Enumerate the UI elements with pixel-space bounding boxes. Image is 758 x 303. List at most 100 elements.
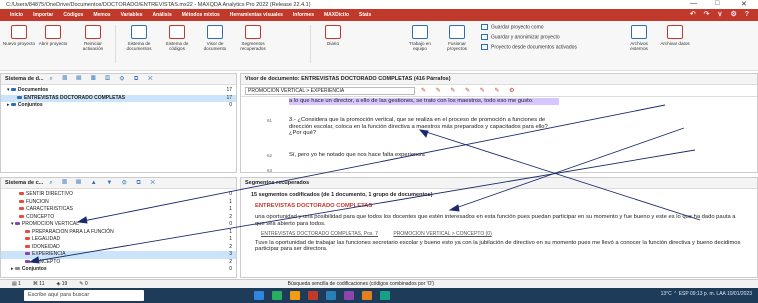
status-segments: ◈ 19	[56, 281, 68, 287]
code-item-promocion[interactable]: ▾ PROMOCION VERTICAL 0	[1, 221, 236, 229]
menu-importar[interactable]: Importar	[33, 12, 53, 18]
code-system-title: Sistema de c...	[5, 180, 44, 186]
code-color-icon	[19, 199, 24, 203]
maximize-button[interactable]: □	[715, 0, 719, 7]
task-view-icon[interactable]	[254, 291, 264, 300]
set-icon	[10, 103, 16, 107]
tree-item-entrevistas[interactable]: ENTREVISTAS DOCTORADO COMPLETAS 17	[1, 94, 236, 102]
code-color-icon	[14, 222, 20, 226]
paragraph-number: 63	[267, 168, 273, 173]
tree-item-conjuntos[interactable]: ▸ Conjuntos 0	[1, 102, 236, 110]
open-project-button[interactable]: Abrir proyecto	[36, 25, 70, 46]
taskbar-search-input[interactable]: Escribe aquí para buscar	[24, 290, 144, 301]
tree-item-documents[interactable]: ▾ Documentos 17	[1, 87, 236, 95]
doc-viewer-panel: Visor de documento: ENTREVISTAS DOCTORAD…	[240, 73, 758, 173]
paragraph-number: 61	[267, 118, 273, 123]
menu-inicio[interactable]: Inicio	[10, 12, 23, 18]
code-item[interactable]: CONCEPTO 2	[1, 214, 236, 222]
code-color-icon	[19, 214, 24, 218]
team-work-button[interactable]: Trabajo en equipo	[403, 25, 437, 51]
edge-icon[interactable]	[272, 291, 282, 300]
menu-herramientas-visuales[interactable]: Herramientas visuales	[230, 12, 283, 18]
doc-system-panel: Sistema de d... ⌕ ▤ ▥ ▦ ▧ ⚙ ⧉ ✕ ▾ Docume…	[0, 73, 237, 173]
code-color-icon	[25, 244, 30, 248]
code-item-conjuntos[interactable]: ▸ Conjuntos 0	[1, 266, 236, 274]
code-item[interactable]: PREPARACION PARA LA FUNCIÓN 1	[1, 229, 236, 237]
menu-codigos[interactable]: Códigos	[63, 12, 83, 18]
segment-source-link[interactable]: ENTREVISTAS DOCTORADO COMPLETAS, Pos. 7	[261, 231, 378, 237]
chrome-icon[interactable]	[380, 291, 390, 300]
segments-header: Segmentos recuperados	[241, 178, 757, 189]
merge-projects-button[interactable]: Fusionar proyectos	[440, 25, 474, 51]
new-project-button[interactable]: Nuevo proyecto	[2, 25, 36, 46]
segments-doc-title[interactable]: ENTREVISTAS DOCTORADO COMPLETAS	[241, 200, 757, 212]
code-item-experiencia[interactable]: EXPERIENCIA 3	[1, 251, 236, 259]
doc-system-header: Sistema de d... ⌕ ▤ ▥ ▦ ▧ ⚙ ⧉ ✕	[1, 74, 236, 85]
menu-stats[interactable]: Stats	[359, 12, 371, 18]
code-color-icon	[25, 259, 30, 263]
journal-icon	[325, 25, 341, 39]
code-item[interactable]: FUNCION 1	[1, 199, 236, 207]
menu-informes[interactable]: Informes	[293, 12, 314, 18]
set-icon	[14, 267, 20, 271]
close-button[interactable]: ✕	[741, 0, 747, 8]
doc-viewer-toolbar: PROMOCION VERTICAL > EXPERIENCIA ✎ ✎ ✎ ✎…	[241, 85, 757, 97]
archive-data-button[interactable]: Archivar datos	[658, 25, 692, 46]
status-codes: ⌘ 11	[32, 281, 45, 287]
segment-text[interactable]: Tuve la oportunidad de trabajar las func…	[241, 238, 757, 256]
minimize-button[interactable]: —	[690, 0, 697, 7]
menu-analisis[interactable]: Análisis	[153, 12, 172, 18]
quick-access-icons[interactable]: ↶ ↷ ∨ ⚙ ?	[690, 10, 752, 18]
ribbon: Nuevo proyecto Abrir proyecto Reiniciar …	[0, 21, 758, 71]
segment-meta: ENTREVISTAS DOCTORADO COMPLETAS, Pos. 7 …	[241, 230, 757, 238]
external-files-icon	[631, 25, 647, 39]
code-system-icon	[169, 25, 185, 39]
menu-variables[interactable]: Variables	[121, 12, 143, 18]
code-select[interactable]: PROMOCION VERTICAL > EXPERIENCIA	[245, 86, 415, 95]
restart-activation-button[interactable]: Reiniciar activación	[76, 25, 110, 51]
menu-bar: Inicio Importar Códigos Memos Variables …	[0, 9, 758, 21]
save-anonymize-option[interactable]: Guardar y anonimizar proyecto	[481, 34, 560, 40]
code-system-toolbar[interactable]: ⌕ ▤ ▥ ▲ ▼ ⚙ ⧉ ✕	[49, 180, 159, 187]
system-tray[interactable]: 13°C ⌃ ESP 09:13 p. m. LAA 10/01/2023	[661, 291, 752, 297]
status-bar: ▤ 1 ⌘ 11 ◈ 19 ✎ 0 Búsqueda sencilla de c…	[0, 279, 758, 288]
file-explorer-icon[interactable]	[290, 291, 300, 300]
restart-icon	[85, 25, 101, 39]
paragraph-number: 62	[267, 153, 273, 158]
menu-memos[interactable]: Memos	[93, 12, 110, 18]
segments-button[interactable]: Segmentos recuperados	[236, 25, 270, 51]
code-item[interactable]: CARACTERISTICAS 1	[1, 206, 236, 214]
journal-button[interactable]: Diario	[316, 25, 350, 46]
status-message: Búsqueda sencilla de codificaciones (cód…	[287, 281, 435, 287]
highlighter-icons[interactable]: ✎ ✎ ✎ ✎ ✎ ✎ ⚙	[421, 87, 519, 94]
doc-system-button[interactable]: Sistema de documentos	[122, 25, 156, 51]
open-project-icon	[45, 25, 61, 39]
teams-icon[interactable]	[344, 291, 354, 300]
code-system-button[interactable]: Sistema de códigos	[160, 25, 194, 51]
code-item[interactable]: CONCEPTO 2	[1, 259, 236, 267]
segments-title: Segmentos recuperados	[245, 180, 310, 186]
doc-viewer-button[interactable]: Visor de documento	[198, 25, 232, 51]
menu-metodos-mixtos[interactable]: Métodos mixtos	[182, 12, 220, 18]
doc-paragraph: 3.- ¿Considera que la promoción vertical…	[289, 117, 548, 137]
maxqda-icon[interactable]	[308, 291, 318, 300]
code-color-icon	[19, 207, 24, 211]
segment-code-link[interactable]: PROMOCION VERTICAL > CONCEPTO (0)	[393, 231, 491, 237]
segment-text[interactable]: una oportunidad y una posibilidad para q…	[241, 212, 757, 230]
code-item[interactable]: LEGALIDAD 1	[1, 236, 236, 244]
word-icon[interactable]	[326, 291, 336, 300]
doc-system-toolbar[interactable]: ⌕ ▤ ▥ ▦ ▧ ⚙ ⧉ ✕	[50, 76, 157, 83]
doc-viewer-title: Visor de documento: ENTREVISTAS DOCTORAD…	[245, 76, 451, 82]
project-from-activated-option[interactable]: Proyecto desde documentos activados	[481, 44, 577, 50]
save-project-as-option[interactable]: Guardar proyecto como	[481, 24, 544, 30]
doc-system-title: Sistema de d...	[5, 76, 44, 82]
external-files-button[interactable]: Archivos externos	[622, 25, 656, 51]
new-project-icon	[11, 25, 27, 39]
powerpoint-icon[interactable]	[362, 291, 372, 300]
code-item[interactable]: IDONEIDAD 2	[1, 244, 236, 252]
menu-maxdictio[interactable]: MAXDictio	[324, 12, 349, 18]
merge-icon	[449, 25, 465, 39]
doc-paragraph: Sí, pero yo he notado que nos hace falta…	[289, 152, 425, 158]
code-item[interactable]: SENTIR DIRECTIVO 0	[1, 191, 236, 199]
code-color-icon	[25, 229, 30, 233]
